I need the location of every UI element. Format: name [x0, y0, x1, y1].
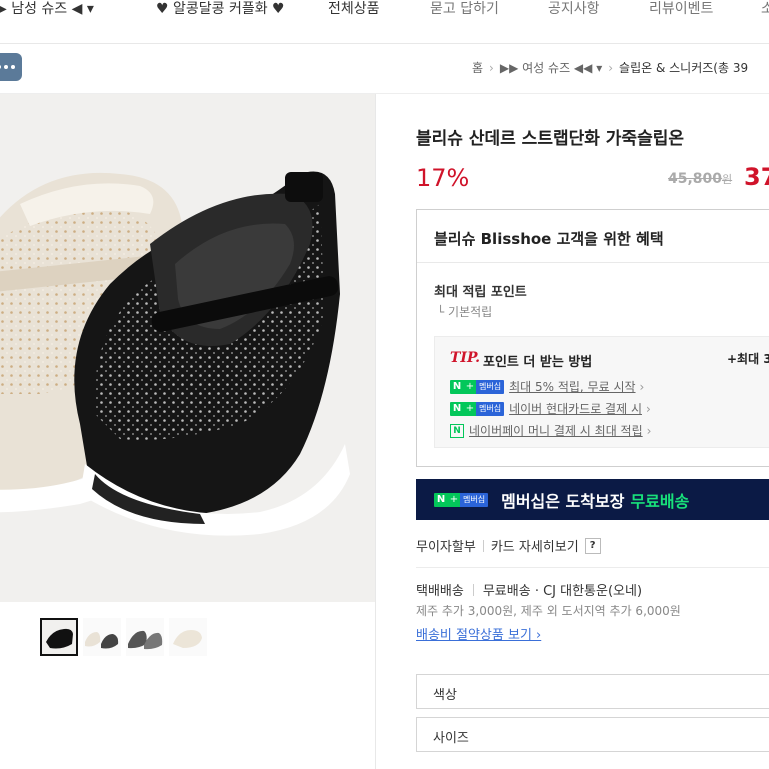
basic-points-label: └ 기본적립 — [437, 305, 493, 319]
dot-icon — [4, 65, 8, 69]
original-price: 45,800원 — [668, 171, 732, 187]
original-price-value: 45,800 — [668, 171, 723, 187]
nav-item-more[interactable]: 소 — [761, 0, 769, 18]
installment-label: 무이자할부 — [416, 540, 476, 555]
chevron-right-icon: › — [639, 379, 645, 394]
breadcrumb-separator: › — [489, 61, 494, 75]
nav-item-all-products[interactable]: 전체상품 — [328, 0, 380, 18]
banner-accent: 무료배송 — [630, 491, 690, 511]
shoe-thumbnail-icon — [126, 618, 164, 656]
nav-item-mens-shoes[interactable]: ▶ 남성 슈즈 ◀ ▾ — [0, 0, 94, 18]
nav-item-couple-shoes[interactable]: ♥ 알콩달콩 커플화 ♥ — [156, 0, 285, 18]
color-select[interactable]: 색상 — [416, 674, 769, 709]
tip-link-hyundai-card[interactable]: 네이버 현대카드로 결제 시 — [509, 400, 642, 417]
shoe-thumbnail-icon — [42, 620, 76, 654]
benefit-header: 블리슈 Blisshoe 고객을 위한 혜택 — [417, 210, 769, 263]
shipping-row: 택배배송 무료배송 · CJ 대한통운(오네) — [416, 580, 642, 599]
thumbnail-3[interactable] — [126, 618, 164, 656]
shoes-illustration — [0, 94, 376, 602]
naver-pay-icon: N — [450, 423, 464, 438]
column-divider — [375, 94, 376, 769]
breadcrumb-current[interactable]: 슬립온 & 스니커즈(총 39 — [619, 61, 748, 75]
tip-link-npay-money[interactable]: 네이버페이 머니 결제 시 최대 적립 — [469, 422, 643, 439]
help-icon[interactable]: ? — [584, 537, 601, 554]
naver-membership-badge-icon: N + 멤버십 — [450, 401, 505, 416]
thumbnail-1[interactable] — [40, 618, 78, 656]
dot-icon — [0, 65, 1, 69]
chevron-right-icon: › — [645, 401, 651, 416]
tip-row-membership[interactable]: N + 멤버십 최대 5% 적립, 무료 시작 › — [450, 378, 644, 395]
dot-icon — [11, 65, 15, 69]
tip-row-npay-money[interactable]: N 네이버페이 머니 결제 시 최대 적립 › — [450, 422, 651, 439]
product-title: 블리슈 산데르 스트랩단화 가죽슬립온 — [416, 129, 684, 149]
shoe-thumbnail-icon — [83, 618, 121, 656]
max-points-title: 최대 적립 포인트 — [434, 285, 527, 300]
tip-text: 포인트 더 받는 방법 — [483, 355, 593, 370]
nav-item-qna[interactable]: 묻고 답하기 — [430, 0, 499, 18]
top-nav: ▶ 남성 슈즈 ◀ ▾ ♥ 알콩달콩 커플화 ♥ 전체상품 묻고 답하기 공지사… — [0, 0, 769, 44]
tip-label: TIP. — [450, 350, 481, 366]
discount-rate: 17% — [416, 164, 470, 192]
shipping-extra-fee: 제주 추가 3,000원, 제주 외 도서지역 추가 6,000원 — [416, 604, 681, 618]
more-menu-button[interactable] — [0, 53, 22, 81]
breadcrumb-home[interactable]: 홈 — [472, 61, 483, 75]
thumbnail-4[interactable] — [169, 618, 207, 656]
shoe-thumbnail-icon — [169, 618, 207, 656]
benefit-title: 블리슈 Blisshoe 고객을 위한 혜택 — [434, 230, 664, 248]
size-select[interactable]: 사이즈 — [416, 717, 769, 752]
divider — [482, 539, 484, 552]
tip-max-points: +최대 3 — [727, 352, 769, 366]
banner-text: 멤버십은 도착보장 — [501, 491, 625, 511]
breadcrumb: 홈 › ▶▶ 여성 슈즈 ◀◀ ▾ › 슬립온 & 스니커즈(총 39 — [472, 59, 748, 76]
naver-membership-badge-icon: N + 멤버십 — [434, 492, 489, 507]
payment-row: 무이자할부 카드 자세히보기 ? — [416, 536, 601, 555]
nav-item-review-event[interactable]: 리뷰이벤트 — [649, 0, 713, 18]
card-detail-link[interactable]: 카드 자세히보기 — [491, 536, 579, 555]
sale-price: 37 — [744, 163, 769, 191]
thumbnail-2[interactable] — [83, 618, 121, 656]
shipping-type: 택배배송 — [416, 584, 464, 599]
membership-banner[interactable]: N + 멤버십 멤버십은 도착보장 무료배송 — [416, 479, 769, 520]
original-price-unit: 원 — [722, 173, 733, 186]
tip-row-hyundai-card[interactable]: N + 멤버십 네이버 현대카드로 결제 시 › — [450, 400, 651, 417]
tip-box: TIP. 포인트 더 받는 방법 +최대 3 N + 멤버십 최대 5% 적립, 무… — [434, 336, 769, 448]
breadcrumb-row: 홈 › ▶▶ 여성 슈즈 ◀◀ ▾ › 슬립온 & 스니커즈(총 39 — [0, 44, 769, 94]
section-divider — [416, 567, 769, 568]
breadcrumb-separator: › — [608, 61, 614, 75]
chevron-right-icon: › — [646, 423, 652, 438]
naver-membership-badge-icon: N + 멤버십 — [450, 379, 505, 394]
shipping-saver-link[interactable]: 배송비 절약상품 보기 › — [416, 624, 541, 643]
benefit-box: 블리슈 Blisshoe 고객을 위한 혜택 최대 적립 포인트 └ 기본적립 … — [416, 209, 769, 467]
product-main-image[interactable] — [0, 94, 376, 602]
shipping-info: 무료배송 · CJ 대한통운(오네) — [482, 584, 643, 599]
tip-link-membership[interactable]: 최대 5% 적립, 무료 시작 — [509, 378, 635, 395]
divider — [472, 583, 474, 596]
nav-item-notice[interactable]: 공지사항 — [548, 0, 600, 18]
breadcrumb-category[interactable]: ▶▶ 여성 슈즈 ◀◀ ▾ — [500, 61, 602, 75]
